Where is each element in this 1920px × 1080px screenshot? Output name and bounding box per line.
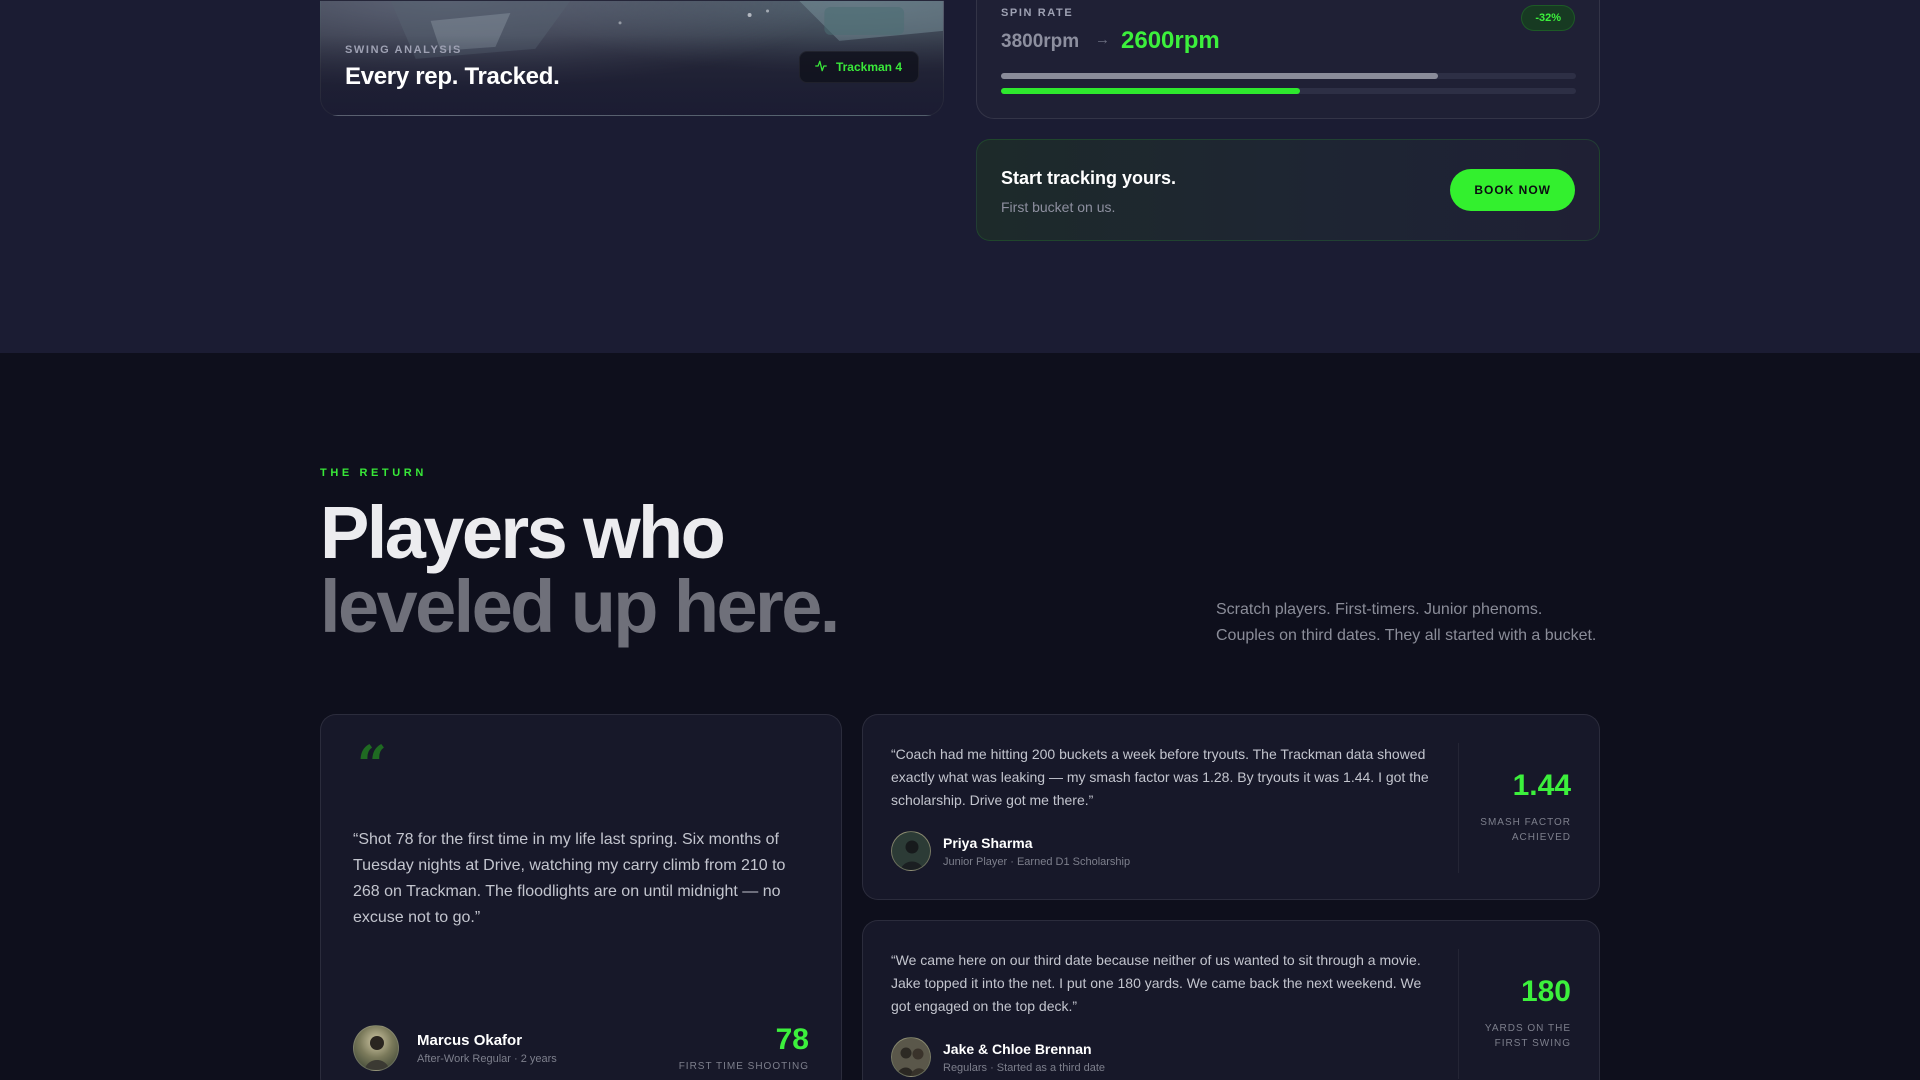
testimonial-name: Jake & Chloe Brennan	[943, 1041, 1092, 1057]
spin-after-bar	[1001, 88, 1576, 94]
activity-icon	[814, 59, 828, 76]
section-eyebrow: THE RETURN	[320, 467, 427, 479]
testimonial-quote: “We came here on our third date because …	[891, 952, 1422, 1014]
spin-rate-card: SPIN RATE 3800rpm → 2600rpm -32%	[976, 0, 1600, 119]
testimonial-card: “We came here on our third date because …	[862, 920, 1600, 1080]
testimonial-card: “Coach had me hitting 200 buckets a week…	[862, 714, 1600, 900]
testimonial-stat-label: YARDS ON THE FIRST SWING	[1484, 1023, 1571, 1049]
spin-rate-after: 2600rpm	[1121, 27, 1220, 54]
book-now-button[interactable]: BOOK NOW	[1450, 169, 1575, 211]
testimonial-role: After-Work Regular · 2 years	[417, 1053, 557, 1065]
testimonial-stat-label: SMASH FACTOR ACHIEVED	[1480, 817, 1571, 843]
headline-line-2: leveled up here.	[320, 565, 840, 648]
testimonial-name: Priya Sharma	[943, 835, 1033, 851]
headline-line-1: Players who	[320, 491, 726, 574]
spin-before-bar	[1001, 73, 1576, 79]
spin-rate-change-badge: -32%	[1521, 5, 1575, 31]
testimonial-stat-label: FIRST TIME SHOOTING	[678, 1061, 809, 1072]
testimonial-divider	[1458, 949, 1459, 1079]
arrow-right-icon: →	[1095, 31, 1110, 48]
testimonial-name: Marcus Okafor	[417, 1032, 523, 1049]
testimonial-card-featured: “ “Shot 78 for the first time in my life…	[320, 714, 842, 1080]
spin-after-bar-fill	[1001, 88, 1300, 94]
spin-rate-label: SPIN RATE	[1001, 7, 1074, 19]
swing-analysis-card: SWING ANALYSIS Every rep. Tracked. Track…	[320, 0, 944, 116]
section-headline: Players who leveled up here.	[320, 491, 840, 648]
testimonial-stat-value: 1.44	[1512, 769, 1571, 802]
testimonial-quote: “Coach had me hitting 200 buckets a week…	[891, 746, 1429, 808]
swing-card-title: Every rep. Tracked.	[345, 63, 560, 90]
quote-mark-icon: “	[357, 735, 387, 796]
cta-subtitle: First bucket on us.	[1001, 199, 1116, 215]
trackman-badge-label: Trackman 4	[835, 60, 902, 74]
top-section: SWING ANALYSIS Every rep. Tracked. Track…	[0, 0, 1920, 353]
trackman-badge: Trackman 4	[798, 51, 919, 83]
testimonial-quote: “Shot 78 for the first time in my life l…	[353, 831, 786, 926]
spin-before-bar-fill	[1001, 73, 1438, 79]
start-tracking-card: Start tracking yours. First bucket on us…	[976, 139, 1600, 241]
section-intro: Scratch players. First-timers. Junior ph…	[1216, 601, 1597, 644]
avatar	[891, 1037, 931, 1077]
testimonial-role: Regulars · Started as a third date	[943, 1062, 1106, 1074]
testimonial-divider	[1458, 743, 1459, 873]
cta-title: Start tracking yours.	[1001, 168, 1177, 188]
testimonial-stat-value: 180	[1520, 975, 1571, 1008]
spin-rate-before: 3800rpm	[1001, 31, 1080, 52]
swing-card-eyebrow: SWING ANALYSIS	[345, 44, 462, 56]
testimonial-role: Junior Player · Earned D1 Scholarship	[943, 856, 1131, 868]
testimonial-stat-value: 78	[775, 1023, 809, 1056]
avatar	[891, 831, 931, 871]
avatar	[353, 1025, 399, 1071]
